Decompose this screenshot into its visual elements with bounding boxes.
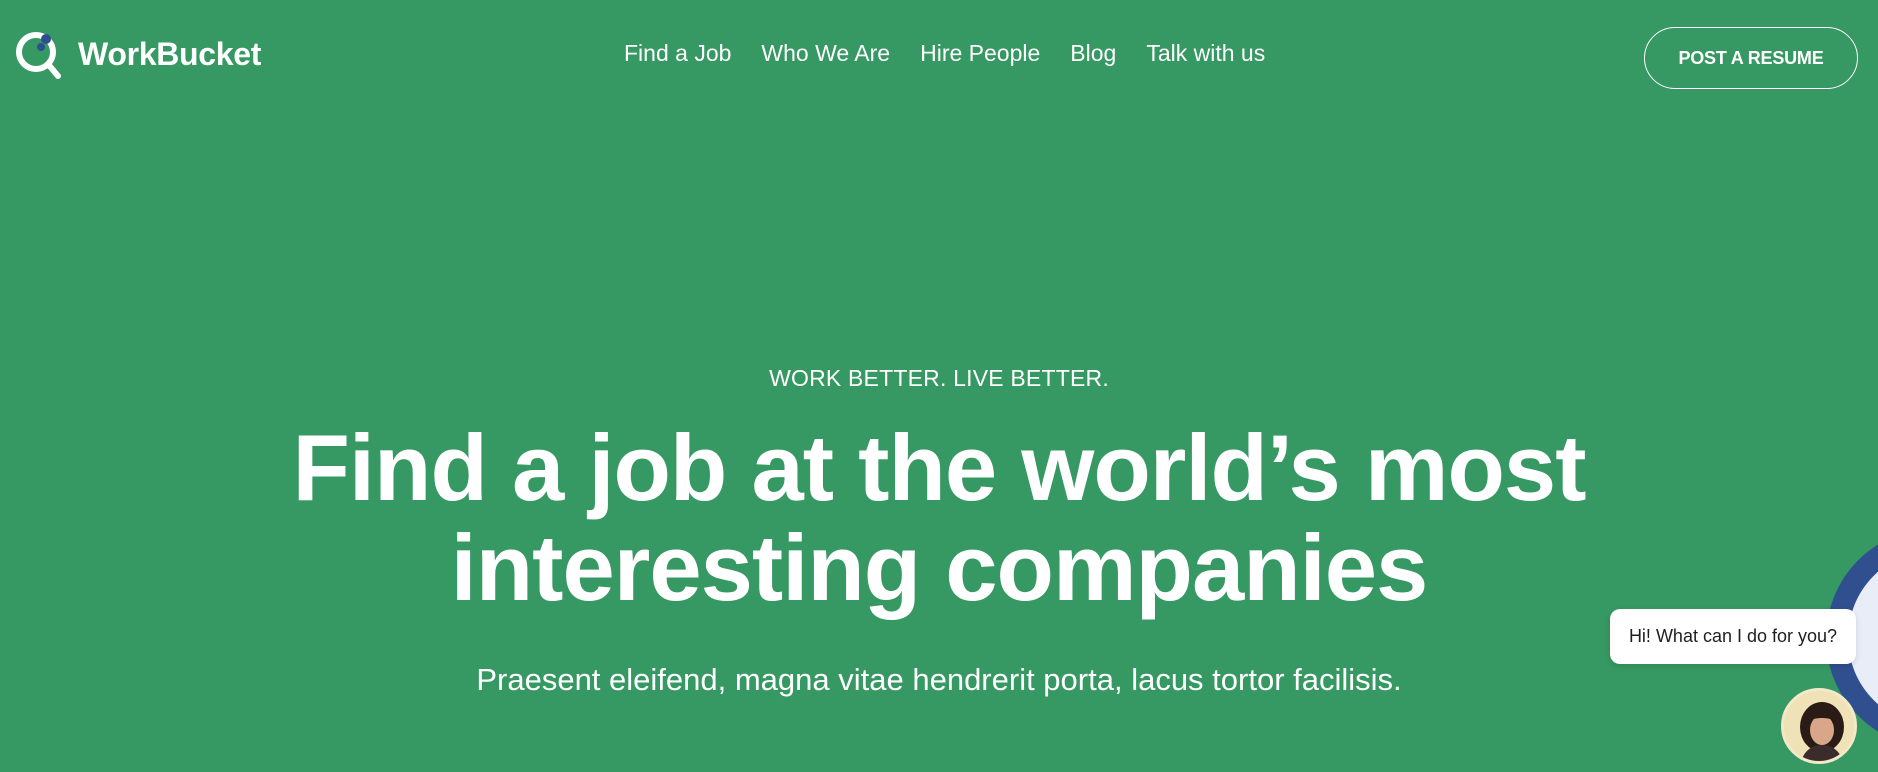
- nav-who-we-are[interactable]: Who We Are: [761, 40, 890, 67]
- nav-talk-with-us[interactable]: Talk with us: [1146, 40, 1265, 67]
- hero-subline: Praesent eleifend, magna vitae hendrerit…: [476, 662, 1402, 697]
- nav-blog[interactable]: Blog: [1070, 40, 1116, 67]
- brand-name: WorkBucket: [78, 35, 262, 72]
- nav-hire-people[interactable]: Hire People: [920, 40, 1040, 67]
- main-nav: Find a Job Who We Are Hire People Blog T…: [624, 40, 1295, 67]
- hero-headline-line-1: Find a job at the world’s most: [292, 415, 1586, 520]
- nav-find-a-job[interactable]: Find a Job: [624, 40, 731, 67]
- magnifier-logo-icon: [16, 32, 61, 79]
- hero-headline: Find a job at the world’s most interesti…: [0, 418, 1878, 618]
- brand-logo[interactable]: WorkBucket: [14, 28, 261, 80]
- site-header: WorkBucket Find a Job Who We Are Hire Pe…: [0, 0, 1878, 112]
- hero-headline-line-2: interesting companies: [450, 515, 1429, 620]
- chat-greeting-bubble[interactable]: Hi! What can I do for you?: [1610, 609, 1856, 664]
- post-resume-button[interactable]: POST A RESUME: [1644, 27, 1858, 89]
- chat-avatar[interactable]: [1781, 688, 1857, 764]
- hero-eyebrow: WORK BETTER. LIVE BETTER.: [769, 365, 1109, 391]
